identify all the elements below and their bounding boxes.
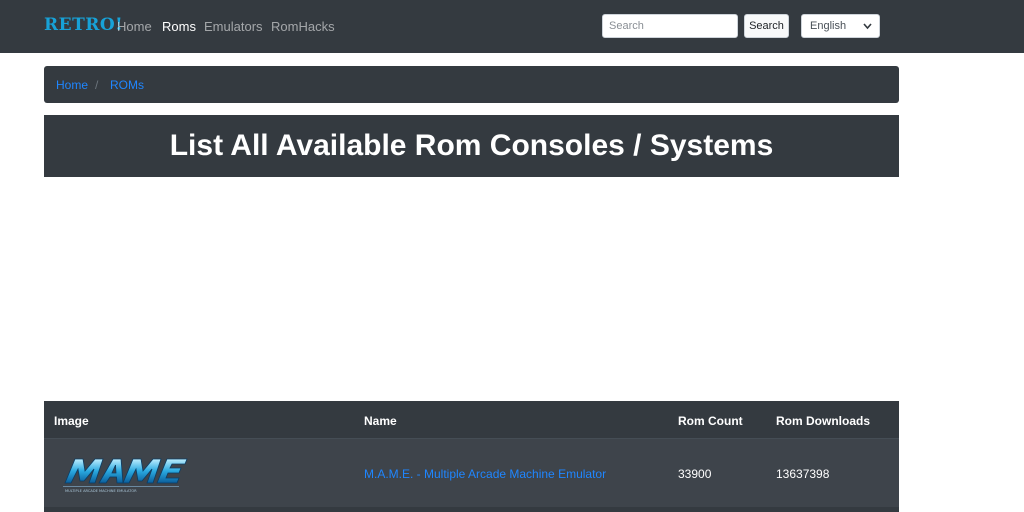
breadcrumb-separator: / <box>95 78 99 92</box>
language-select[interactable]: English <box>801 14 880 38</box>
mame-logo-subtext: MULTIPLE ARCADE MACHINE EMULATOR <box>65 489 137 493</box>
page-title: List All Available Rom Consoles / System… <box>169 129 774 162</box>
breadcrumb: Home / ROMs <box>44 66 899 103</box>
rom-count-value: 33900 <box>678 467 712 481</box>
breadcrumb-home-link[interactable]: Home <box>56 78 88 92</box>
search-input[interactable] <box>602 14 738 38</box>
consoles-table: Image Name Rom Count Rom Downloads MULTI… <box>44 401 899 512</box>
top-navbar: RETRO! Home Roms Emulators RomHacks Sear… <box>0 0 1024 53</box>
column-header-rom-downloads: Rom Downloads <box>776 414 871 428</box>
nav-roms-link[interactable]: Roms <box>162 19 196 34</box>
column-header-rom-count: Rom Count <box>678 414 743 428</box>
mame-logo-icon[interactable]: MULTIPLE ARCADE MACHINE EMULATOR <box>59 455 189 493</box>
table-header: Image Name Rom Count Rom Downloads <box>44 401 899 439</box>
chevron-down-icon <box>863 15 872 45</box>
breadcrumb-roms-link[interactable]: ROMs <box>110 78 144 92</box>
nav-romhacks-link[interactable]: RomHacks <box>271 19 335 34</box>
language-selected-value: English <box>810 20 847 32</box>
brand-logo[interactable]: RETRO! <box>44 15 123 35</box>
column-header-name: Name <box>364 414 397 428</box>
search-button[interactable]: Search <box>744 14 789 38</box>
rom-downloads-value: 13637398 <box>776 467 830 481</box>
console-name-link[interactable]: M.A.M.E. - Multiple Arcade Machine Emula… <box>364 467 606 481</box>
nav-home-link[interactable]: Home <box>117 19 152 34</box>
table-row: MULTIPLE ARCADE MACHINE EMULATOR M.A.M.E… <box>44 439 899 507</box>
page-title-banner: List All Available Rom Consoles / System… <box>44 115 899 177</box>
column-header-image: Image <box>54 414 89 428</box>
nav-emulators-link[interactable]: Emulators <box>204 19 263 34</box>
